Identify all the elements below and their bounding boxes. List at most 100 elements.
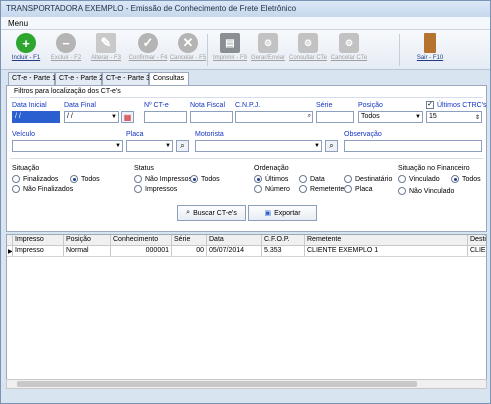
grid-cell[interactable]: 000001	[111, 246, 172, 257]
data-final-input[interactable]: / / ▼	[64, 111, 119, 123]
serie-input[interactable]	[316, 111, 354, 123]
chevron-down-icon: ▼	[314, 143, 320, 149]
toolbar: + Incluir - F1 − Excluir - F2 ✎ Alterar …	[1, 30, 490, 70]
radio-label: Remetente	[310, 185, 345, 193]
chevron-down-icon: ▼	[111, 114, 117, 120]
radio-icon	[451, 175, 459, 183]
veiculo-select[interactable]: ▼	[12, 140, 123, 152]
data-inicial-label: Data Inicial	[12, 102, 47, 109]
horizontal-scrollbar[interactable]	[6, 379, 487, 389]
gerar-label: Gerar/Enviar	[250, 55, 285, 61]
grid-cell[interactable]: CLIEN	[468, 246, 486, 257]
financeiro-vinculado-radio[interactable]: Vinculado	[398, 175, 440, 183]
placa-select[interactable]: ▼	[126, 140, 173, 152]
tab-parte-1[interactable]: CT-e - Parte 1	[8, 72, 56, 85]
cancelar-button[interactable]: ✕ Cancelar - F5	[167, 32, 209, 68]
grid-cell[interactable]: 00	[172, 246, 207, 257]
motorista-label: Motorista	[195, 131, 224, 138]
send-icon: ⚙	[258, 33, 278, 53]
tab-consultas[interactable]: Consultas	[149, 72, 189, 86]
ultimos-input[interactable]: 15 ⇕	[426, 111, 482, 123]
nct-input[interactable]	[144, 111, 187, 123]
nota-fiscal-label: Nota Fiscal	[190, 102, 226, 109]
radio-label: Não Finalizados	[23, 185, 74, 193]
divider	[10, 97, 483, 98]
status-impressos-radio[interactable]: Impressos	[134, 185, 177, 193]
radio-icon	[254, 185, 262, 193]
grid-header[interactable]: Posição	[64, 235, 111, 246]
spin-icon[interactable]: ⇕	[475, 114, 480, 121]
check-icon: ✓	[138, 33, 158, 53]
incluir-label: Incluir - F1	[11, 55, 41, 61]
grid-header[interactable]: Impresso	[13, 235, 64, 246]
cancelar-label: Cancelar - F5	[169, 55, 207, 61]
ordenacao-data-radio[interactable]: Data	[299, 175, 325, 183]
data-final-value: / /	[67, 113, 73, 120]
app-window: TRANSPORTADORA EXEMPLO - Emissão de Conh…	[0, 0, 491, 404]
radio-label: Impressos	[145, 185, 178, 193]
tab-parte-2[interactable]: CT-e - Parte 2	[55, 72, 103, 85]
imprimir-button[interactable]: ▤ Imprimir - F9	[209, 32, 251, 68]
grid-cell[interactable]: Impresso	[13, 246, 64, 257]
menu-item[interactable]: Menu	[8, 19, 28, 28]
observacao-label: Observação	[344, 131, 382, 138]
buscar-button[interactable]: ⌕ Buscar CT-e's	[177, 205, 246, 221]
chevron-down-icon: ▼	[165, 143, 171, 149]
radio-icon	[299, 185, 307, 193]
grid-header[interactable]: Série	[172, 235, 207, 246]
calendar-icon[interactable]: ▦	[121, 111, 134, 123]
situacao-nao-finalizados-radio[interactable]: Não Finalizados	[12, 185, 73, 193]
chevron-down-icon: ▼	[415, 114, 421, 120]
situacao-finalizados-radio[interactable]: Finalizados	[12, 175, 58, 183]
placa-search-icon[interactable]: ⌕	[176, 140, 189, 152]
status-todos-radio[interactable]: Todos	[190, 175, 220, 183]
excluir-button[interactable]: − Excluir - F2	[45, 32, 87, 68]
tab-parte-3[interactable]: CT-e - Parte 3	[102, 72, 150, 85]
results-grid[interactable]: Impresso Posição Conhecimento Série Data…	[6, 234, 487, 389]
scrollbar-thumb[interactable]	[17, 381, 417, 387]
grid-cell[interactable]: Normal	[64, 246, 111, 257]
incluir-button[interactable]: + Incluir - F1	[5, 32, 47, 68]
financeiro-todos-radio[interactable]: Todos	[451, 175, 481, 183]
exportar-button[interactable]: ▣ Exportar	[248, 205, 317, 221]
grid-header[interactable]: C.F.O.P.	[262, 235, 305, 246]
ultimos-checkbox[interactable]: ✓ Últimos CTRC's	[426, 101, 487, 109]
ordenacao-ultimos-radio[interactable]: Últimos	[254, 175, 288, 183]
consultar-label: Consultar CTe	[288, 55, 327, 61]
radio-icon	[134, 185, 142, 193]
grid-header[interactable]: Conhecimento	[111, 235, 172, 246]
situacao-todos-radio[interactable]: Todos	[70, 175, 100, 183]
nota-fiscal-input[interactable]	[190, 111, 233, 123]
data-inicial-input[interactable]: / /	[12, 111, 60, 123]
posicao-select[interactable]: Todos ▼	[358, 111, 423, 123]
motorista-search-icon[interactable]: ⌕	[325, 140, 338, 152]
observacao-input[interactable]	[344, 140, 482, 152]
radio-label: Vinculado	[409, 175, 440, 183]
financeiro-nao-vinculado-radio[interactable]: Não Vinculado	[398, 187, 454, 195]
grid-header[interactable]: Remetente	[305, 235, 468, 246]
status-nao-impressos-radio[interactable]: Não Impressos	[134, 175, 192, 183]
grid-header[interactable]: Destin	[468, 235, 486, 246]
cnpj-input[interactable]: ⌕	[235, 111, 313, 123]
motorista-select[interactable]: ▼	[195, 140, 322, 152]
ordenacao-numero-radio[interactable]: Número	[254, 185, 290, 193]
gerar-enviar-button[interactable]: ⚙ Gerar/Enviar	[247, 32, 289, 68]
consultar-cte-button[interactable]: ⚙ Consultar CTe	[287, 32, 329, 68]
confirmar-label: Confirmar - F4	[128, 55, 168, 61]
grid-cell[interactable]: CLIENTE EXEMPLO 1	[305, 246, 468, 257]
grid-header[interactable]: Data	[207, 235, 262, 246]
alterar-button[interactable]: ✎ Alterar - F3	[85, 32, 127, 68]
ordenacao-placa-radio[interactable]: Placa	[344, 185, 373, 193]
grid-cell[interactable]: 5.353	[262, 246, 305, 257]
radio-label: Data	[310, 175, 325, 183]
sair-button[interactable]: Sair - F10	[409, 32, 451, 68]
ordenacao-destinatario-radio[interactable]: Destinatário	[344, 175, 392, 183]
radio-icon	[254, 175, 262, 183]
ordenacao-remetente-radio[interactable]: Remetente	[299, 185, 344, 193]
confirmar-button[interactable]: ✓ Confirmar - F4	[127, 32, 169, 68]
search-icon[interactable]: ⌕	[308, 113, 311, 120]
cancelar-cte-button[interactable]: ⚙ Cancelar CTe	[328, 32, 370, 68]
radio-label: Últimos	[265, 175, 289, 183]
grid-cell[interactable]: 05/07/2014	[207, 246, 262, 257]
export-icon: ▣	[264, 210, 272, 217]
